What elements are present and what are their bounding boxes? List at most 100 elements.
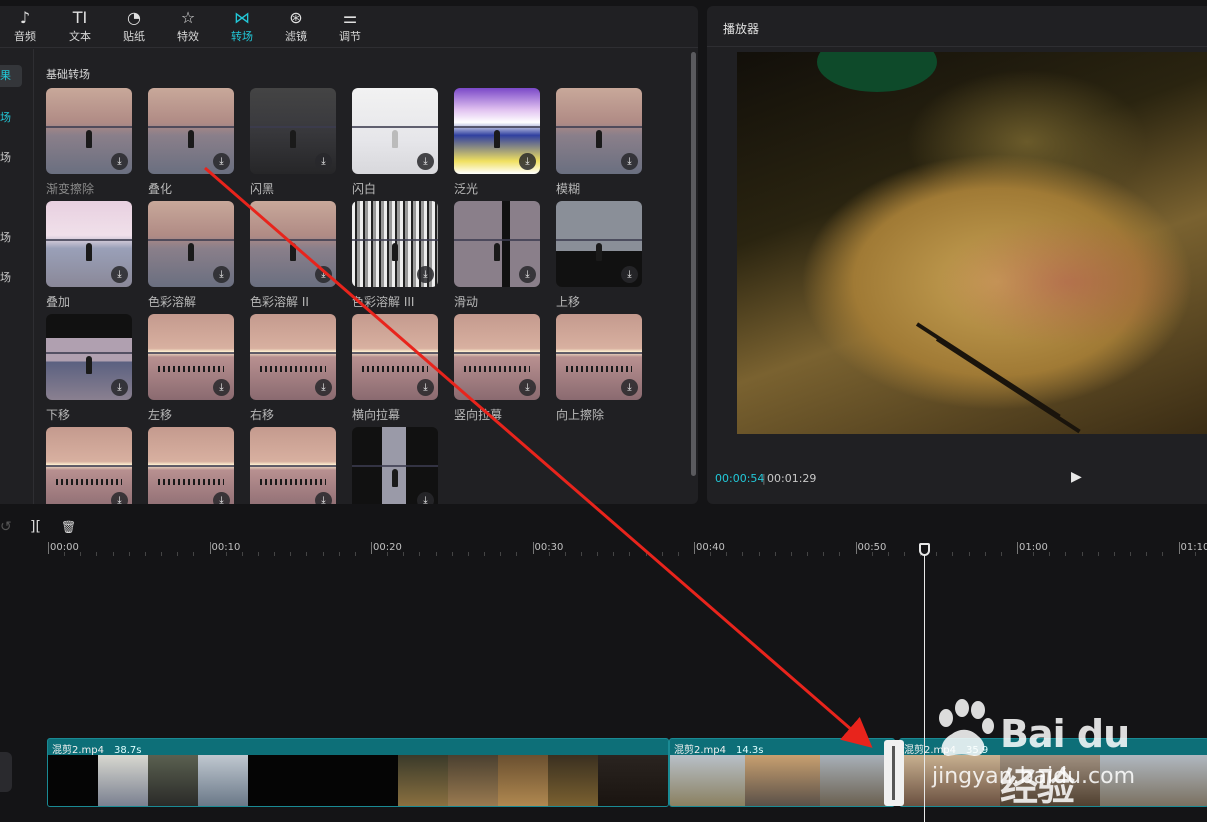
transition-tile[interactable]: ⤓ 叠化 [148, 88, 234, 198]
download-icon[interactable]: ⤓ [111, 379, 128, 396]
download-icon[interactable]: ⤓ [315, 492, 332, 504]
timeline-ruler[interactable]: 00:00 00:10 00:20 00:30 00:40 00:50 01:00 01:10 [0, 542, 1207, 556]
transition-tile[interactable]: ⤓ 泛光 [454, 88, 540, 198]
transition-drop-target[interactable] [884, 740, 904, 806]
download-icon[interactable]: ⤓ [213, 492, 230, 504]
video-clip[interactable]: 混剪2.mp4 38.7s [47, 738, 669, 807]
transition-thumbnail[interactable]: ⤓ [454, 201, 540, 287]
transition-thumbnail[interactable]: ⤓ [454, 88, 540, 174]
ruler-minor-tick [952, 552, 954, 556]
download-icon[interactable]: ⤓ [621, 379, 638, 396]
transition-thumbnail[interactable]: ⤓ [352, 201, 438, 287]
category-item[interactable]: 场 [0, 267, 22, 289]
transition-thumbnail[interactable]: ⤓ [148, 314, 234, 400]
transition-tile[interactable]: ⤓ 色彩溶解 II [250, 201, 336, 311]
transition-tile[interactable]: ⤓ 闪黑 [250, 88, 336, 198]
transition-thumbnail[interactable]: ⤓ [454, 314, 540, 400]
transition-thumbnail[interactable]: ⤓ [148, 201, 234, 287]
transition-thumbnail[interactable]: ⤓ [556, 201, 642, 287]
category-item[interactable]: 果 [0, 65, 22, 87]
playhead-line[interactable] [924, 545, 925, 822]
transition-tile[interactable]: ⤓ [352, 427, 438, 504]
split-icon[interactable]: ][ [30, 518, 41, 536]
transition-tile[interactable]: ⤓ 右移 [250, 314, 336, 424]
download-icon[interactable]: ⤓ [213, 379, 230, 396]
tab-effects[interactable]: ☆ 特效 [163, 6, 213, 48]
playhead-handle[interactable] [919, 543, 930, 556]
ruler-minor-tick [500, 552, 502, 556]
play-icon[interactable]: ▶ [1071, 469, 1087, 485]
download-icon[interactable]: ⤓ [213, 266, 230, 283]
transition-tile[interactable]: ⤓ 下移 [46, 314, 132, 424]
transition-tile[interactable]: ⤓ [148, 427, 234, 504]
transition-thumbnail[interactable]: ⤓ [250, 88, 336, 174]
transition-tile[interactable]: ⤓ 模糊 [556, 88, 642, 198]
transition-thumbnail[interactable]: ⤓ [148, 88, 234, 174]
download-icon[interactable]: ⤓ [621, 266, 638, 283]
transition-tile[interactable]: ⤓ [250, 427, 336, 504]
transition-tile[interactable]: ⤓ 向上擦除 [556, 314, 642, 424]
tab-adjust[interactable]: ⚌ 调节 [325, 6, 375, 48]
redo-icon[interactable]: ↺ [0, 518, 12, 536]
download-icon[interactable]: ⤓ [315, 379, 332, 396]
ruler-major-tick [855, 542, 857, 554]
thumbnail-horizon [148, 465, 234, 467]
tab-filter[interactable]: ⊛ 滤镜 [271, 6, 321, 48]
frame-thumb [248, 755, 398, 806]
transition-thumbnail[interactable]: ⤓ [46, 88, 132, 174]
transition-thumbnail[interactable]: ⤓ [46, 314, 132, 400]
category-item[interactable]: 场 [0, 107, 22, 129]
transition-thumbnail[interactable]: ⤓ [352, 88, 438, 174]
ruler-minor-tick [257, 552, 259, 556]
transition-thumbnail[interactable]: ⤓ [556, 88, 642, 174]
transition-tile[interactable]: ⤓ 横向拉幕 [352, 314, 438, 424]
transition-tile[interactable]: ⤓ [46, 427, 132, 504]
download-icon[interactable]: ⤓ [111, 266, 128, 283]
transition-tile[interactable]: ⤓ 闪白 [352, 88, 438, 198]
transition-thumbnail[interactable]: ⤓ [250, 314, 336, 400]
transition-thumbnail[interactable]: ⤓ [46, 201, 132, 287]
ruler-minor-tick [161, 552, 163, 556]
transition-tile[interactable]: ⤓ 叠加 [46, 201, 132, 311]
download-icon[interactable]: ⤓ [621, 153, 638, 170]
transition-thumbnail[interactable]: ⤓ [352, 427, 438, 504]
transition-tile[interactable]: ⤓ 竖向拉幕 [454, 314, 540, 424]
video-preview[interactable] [737, 52, 1207, 434]
download-icon[interactable]: ⤓ [519, 379, 536, 396]
transition-name: 滑动 [454, 295, 479, 309]
download-icon[interactable]: ⤓ [417, 153, 434, 170]
download-icon[interactable]: ⤓ [417, 266, 434, 283]
transition-thumbnail[interactable]: ⤓ [352, 314, 438, 400]
transition-tile[interactable]: ⤓ 色彩溶解 III [352, 201, 438, 311]
category-item[interactable]: 场 [0, 227, 22, 249]
transition-tile[interactable]: ⤓ 滑动 [454, 201, 540, 311]
transition-thumbnail[interactable]: ⤓ [148, 427, 234, 504]
category-item[interactable] [0, 187, 22, 209]
download-icon[interactable]: ⤓ [111, 492, 128, 504]
transition-tile[interactable]: ⤓ 左移 [148, 314, 234, 424]
download-icon[interactable]: ⤓ [519, 153, 536, 170]
transition-tile[interactable]: ⤓ 上移 [556, 201, 642, 311]
tab-sticker[interactable]: ◔ 贴纸 [109, 6, 159, 48]
delete-icon[interactable]: 🗑 [61, 518, 76, 536]
tab-transition[interactable]: ⋈ 转场 [217, 6, 267, 48]
video-clip[interactable]: 混剪2.mp4 14.3s [669, 738, 895, 807]
transition-thumbnail[interactable]: ⤓ [250, 427, 336, 504]
download-icon[interactable]: ⤓ [315, 153, 332, 170]
transition-thumbnail[interactable]: ⤓ [46, 427, 132, 504]
panel-scrollbar[interactable] [691, 52, 696, 476]
category-item[interactable]: 场 [0, 147, 22, 169]
download-icon[interactable]: ⤓ [111, 153, 128, 170]
transition-tile[interactable]: ⤓ 渐变擦除 [46, 88, 132, 198]
track-collapse-handle[interactable] [0, 752, 12, 792]
transition-tile[interactable]: ⤓ 色彩溶解 [148, 201, 234, 311]
tab-audio[interactable]: ♪ 音频 [0, 6, 50, 48]
tab-text[interactable]: TI 文本 [55, 6, 105, 48]
download-icon[interactable]: ⤓ [213, 153, 230, 170]
download-icon[interactable]: ⤓ [417, 379, 434, 396]
transition-thumbnail[interactable]: ⤓ [250, 201, 336, 287]
download-icon[interactable]: ⤓ [519, 266, 536, 283]
download-icon[interactable]: ⤓ [417, 492, 434, 504]
transition-thumbnail[interactable]: ⤓ [556, 314, 642, 400]
download-icon[interactable]: ⤓ [315, 266, 332, 283]
